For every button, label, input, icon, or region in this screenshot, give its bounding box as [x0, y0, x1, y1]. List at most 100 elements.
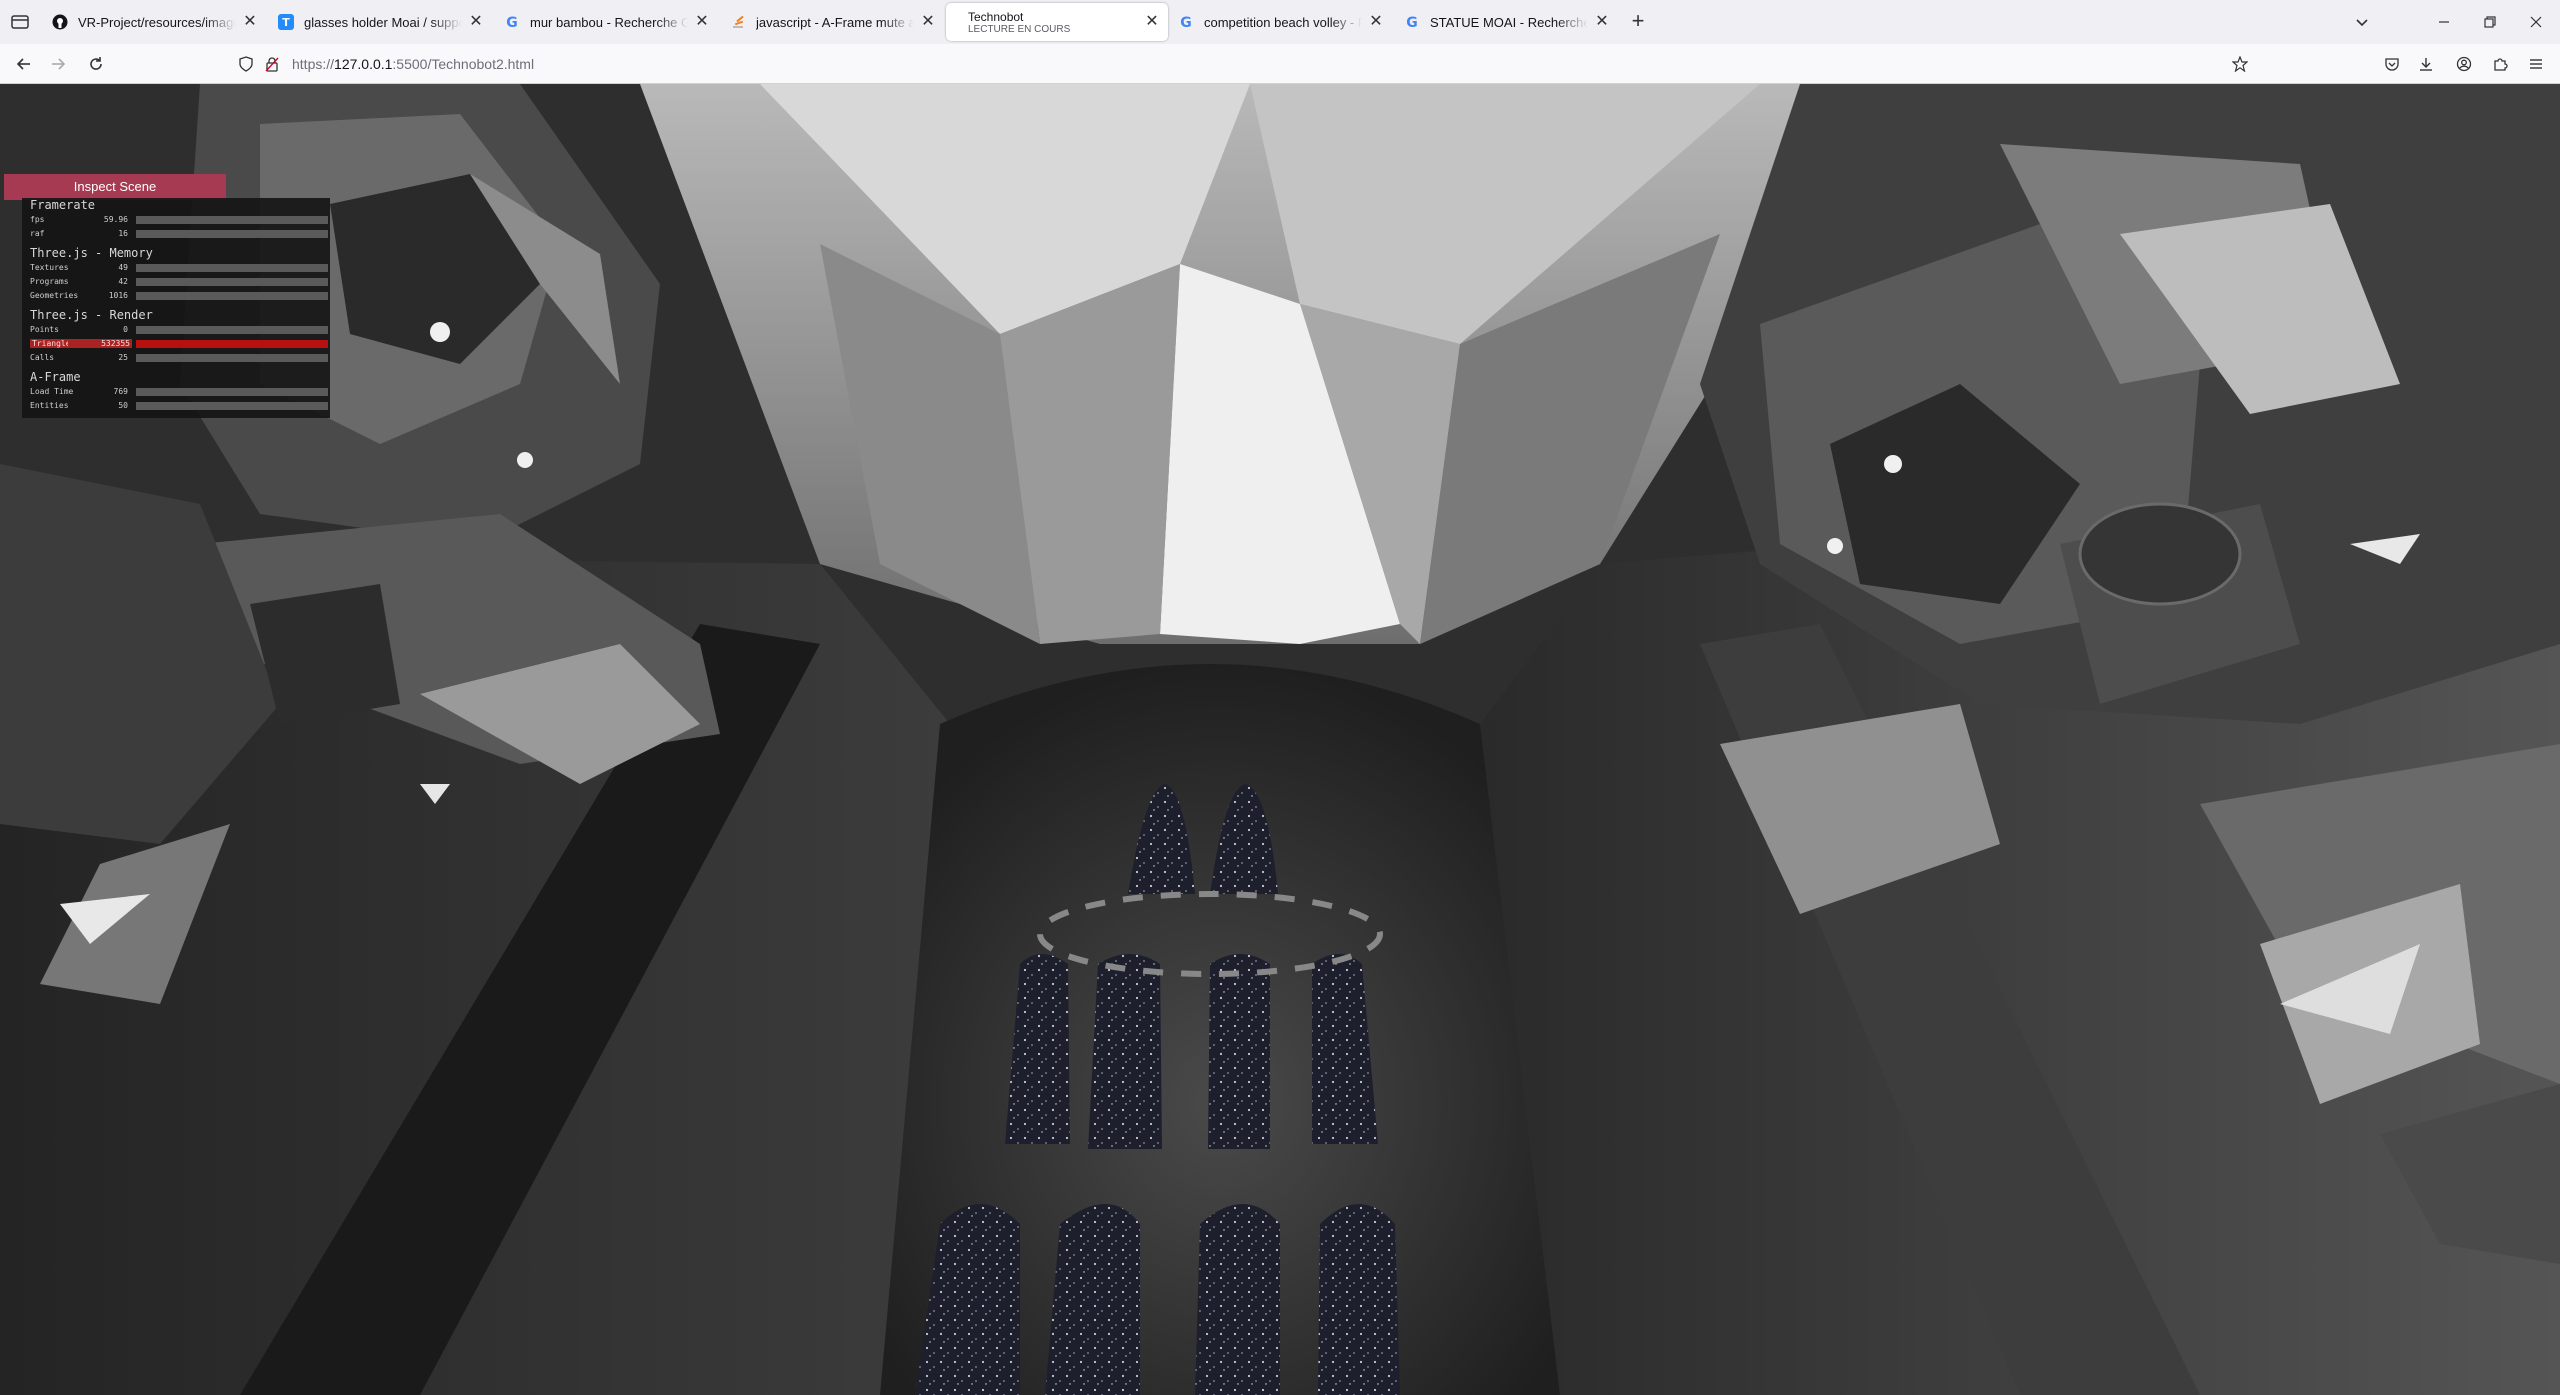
reload-icon[interactable] [84, 52, 108, 76]
stat-value: 769 [113, 387, 128, 396]
aframe-scene-canvas[interactable]: Inspect Scene Framerate fps 59.96 raf 16 T… [0, 84, 2560, 1395]
pocket-icon[interactable] [2380, 52, 2404, 76]
stat-graph [136, 230, 328, 238]
stat-value: 0 [123, 325, 128, 334]
stat-fps: fps 59.96 [30, 214, 330, 226]
aframe-title: A-Frame [30, 370, 81, 384]
render-title: Three.js - Render [30, 308, 153, 322]
stat-label: Entities [30, 401, 69, 410]
tab-list-icon[interactable] [10, 12, 30, 32]
tab-stackoverflow[interactable]: javascript - A-Frame mute all so ✕ [722, 3, 944, 41]
stat-entities: Entities 50 [30, 400, 330, 412]
url-path: :5500/Technobot2.html [392, 56, 535, 72]
stat-points: Points 0 [30, 324, 330, 336]
svg-text:G: G [506, 15, 518, 30]
close-window-icon[interactable] [2524, 10, 2548, 34]
stackoverflow-icon [730, 14, 746, 30]
stat-graph [136, 326, 328, 334]
stat-raf: raf 16 [30, 228, 330, 240]
menu-icon[interactable] [2524, 52, 2548, 76]
thingiverse-icon: T [278, 14, 294, 30]
tab-thingiverse[interactable]: T glasses holder Moai / support lu ✕ [270, 3, 492, 41]
close-tab-icon[interactable]: ✕ [1144, 14, 1160, 30]
stat-graph [136, 292, 328, 300]
google-icon: G [504, 14, 520, 30]
stat-value: 1016 [108, 291, 128, 300]
stat-graph [136, 388, 328, 396]
google-icon: G [1178, 14, 1194, 30]
stat-label: raf [30, 229, 45, 238]
tab-google-volley[interactable]: G competition beach volley - Rech ✕ [1170, 3, 1392, 41]
tab-google-bambou[interactable]: G mur bambou - Recherche Google ✕ [496, 3, 718, 41]
extensions-icon[interactable] [2488, 52, 2512, 76]
stat-graph [136, 354, 328, 362]
close-tab-icon[interactable]: ✕ [468, 14, 484, 30]
stat-load-time: Load Time 769 [30, 386, 330, 398]
tab-github[interactable]: VR-Project/resources/images at ✕ [44, 3, 266, 41]
stat-value: 16 [118, 229, 128, 238]
stat-value: 25 [118, 353, 128, 362]
close-tab-icon[interactable]: ✕ [1594, 14, 1610, 30]
stat-value: 50 [118, 401, 128, 410]
tab-google-moai[interactable]: G STATUE MOAI - Recherche Goo ✕ [1396, 3, 1618, 41]
stat-graph [136, 402, 328, 410]
tab-bar: VR-Project/resources/images at ✕ T glass… [0, 0, 2560, 44]
tab-title-block: Technobot LECTURE EN COURS [968, 10, 1138, 35]
url-prefix: https:// [292, 56, 335, 72]
stat-label: Textures [30, 263, 69, 272]
stat-label: Points [30, 325, 59, 334]
github-icon [52, 14, 68, 30]
close-tab-icon[interactable]: ✕ [1368, 14, 1384, 30]
stat-value: 532355 [68, 339, 132, 348]
download-icon[interactable] [2414, 52, 2438, 76]
back-icon[interactable] [12, 52, 36, 76]
svg-text:G: G [1406, 15, 1418, 30]
stat-graph [136, 216, 328, 224]
chevron-down-icon[interactable] [2352, 12, 2372, 32]
stat-value: 59.96 [103, 215, 128, 224]
stat-graph [136, 278, 328, 286]
bookmark-star-icon[interactable] [2231, 55, 2249, 77]
stat-value: 49 [118, 263, 128, 272]
stat-textures: Textures 49 [30, 262, 330, 274]
inspect-scene-button[interactable]: Inspect Scene [4, 174, 226, 200]
close-tab-icon[interactable]: ✕ [242, 14, 258, 30]
tab-spacer [954, 14, 958, 30]
stat-calls: Calls 25 [30, 352, 330, 364]
navigation-toolbar: https://127.0.0.1:5500/Technobot2.html [0, 44, 2560, 84]
url-host: 127.0.0.1 [334, 56, 393, 72]
stat-graph [136, 340, 328, 348]
tab-technobot[interactable]: Technobot LECTURE EN COURS ✕ [946, 3, 1168, 41]
stat-geometries: Geometries 1016 [30, 290, 330, 302]
tab-title: Technobot [968, 9, 1024, 24]
framerate-title: Framerate [30, 198, 96, 212]
tab-title: STATUE MOAI - Recherche Goo [1430, 14, 1588, 30]
memory-title: Three.js - Memory [30, 246, 153, 260]
stat-label: fps [30, 215, 45, 224]
tab-title: VR-Project/resources/images at [78, 14, 236, 30]
tab-title: mur bambou - Recherche Google [530, 14, 688, 30]
new-tab-button[interactable]: + [1628, 10, 1648, 32]
google-icon: G [1404, 14, 1420, 30]
restore-icon[interactable] [2478, 10, 2502, 34]
stat-programs: Programs 42 [30, 276, 330, 288]
address-bar[interactable]: https://127.0.0.1:5500/Technobot2.html [230, 48, 2260, 80]
minimize-icon[interactable] [2432, 10, 2456, 34]
account-icon[interactable] [2452, 52, 2476, 76]
stat-graph [136, 264, 328, 272]
stat-value: 42 [118, 277, 128, 286]
forward-icon[interactable] [46, 52, 70, 76]
lock-icon[interactable] [264, 56, 280, 77]
svg-text:T: T [282, 16, 290, 29]
stat-label: Calls [30, 353, 55, 362]
tab-title: competition beach volley - Rech [1204, 14, 1362, 30]
svg-text:G: G [1180, 15, 1192, 30]
tab-title: javascript - A-Frame mute all so [756, 14, 914, 30]
stat-triangles: Triangles 532355 [30, 338, 330, 350]
close-tab-icon[interactable]: ✕ [920, 14, 936, 30]
url-text[interactable]: https://127.0.0.1:5500/Technobot2.html [292, 56, 534, 72]
shield-icon[interactable] [238, 56, 254, 77]
scene-render [0, 84, 2560, 1395]
stat-label: Programs [30, 277, 69, 286]
close-tab-icon[interactable]: ✕ [694, 14, 710, 30]
